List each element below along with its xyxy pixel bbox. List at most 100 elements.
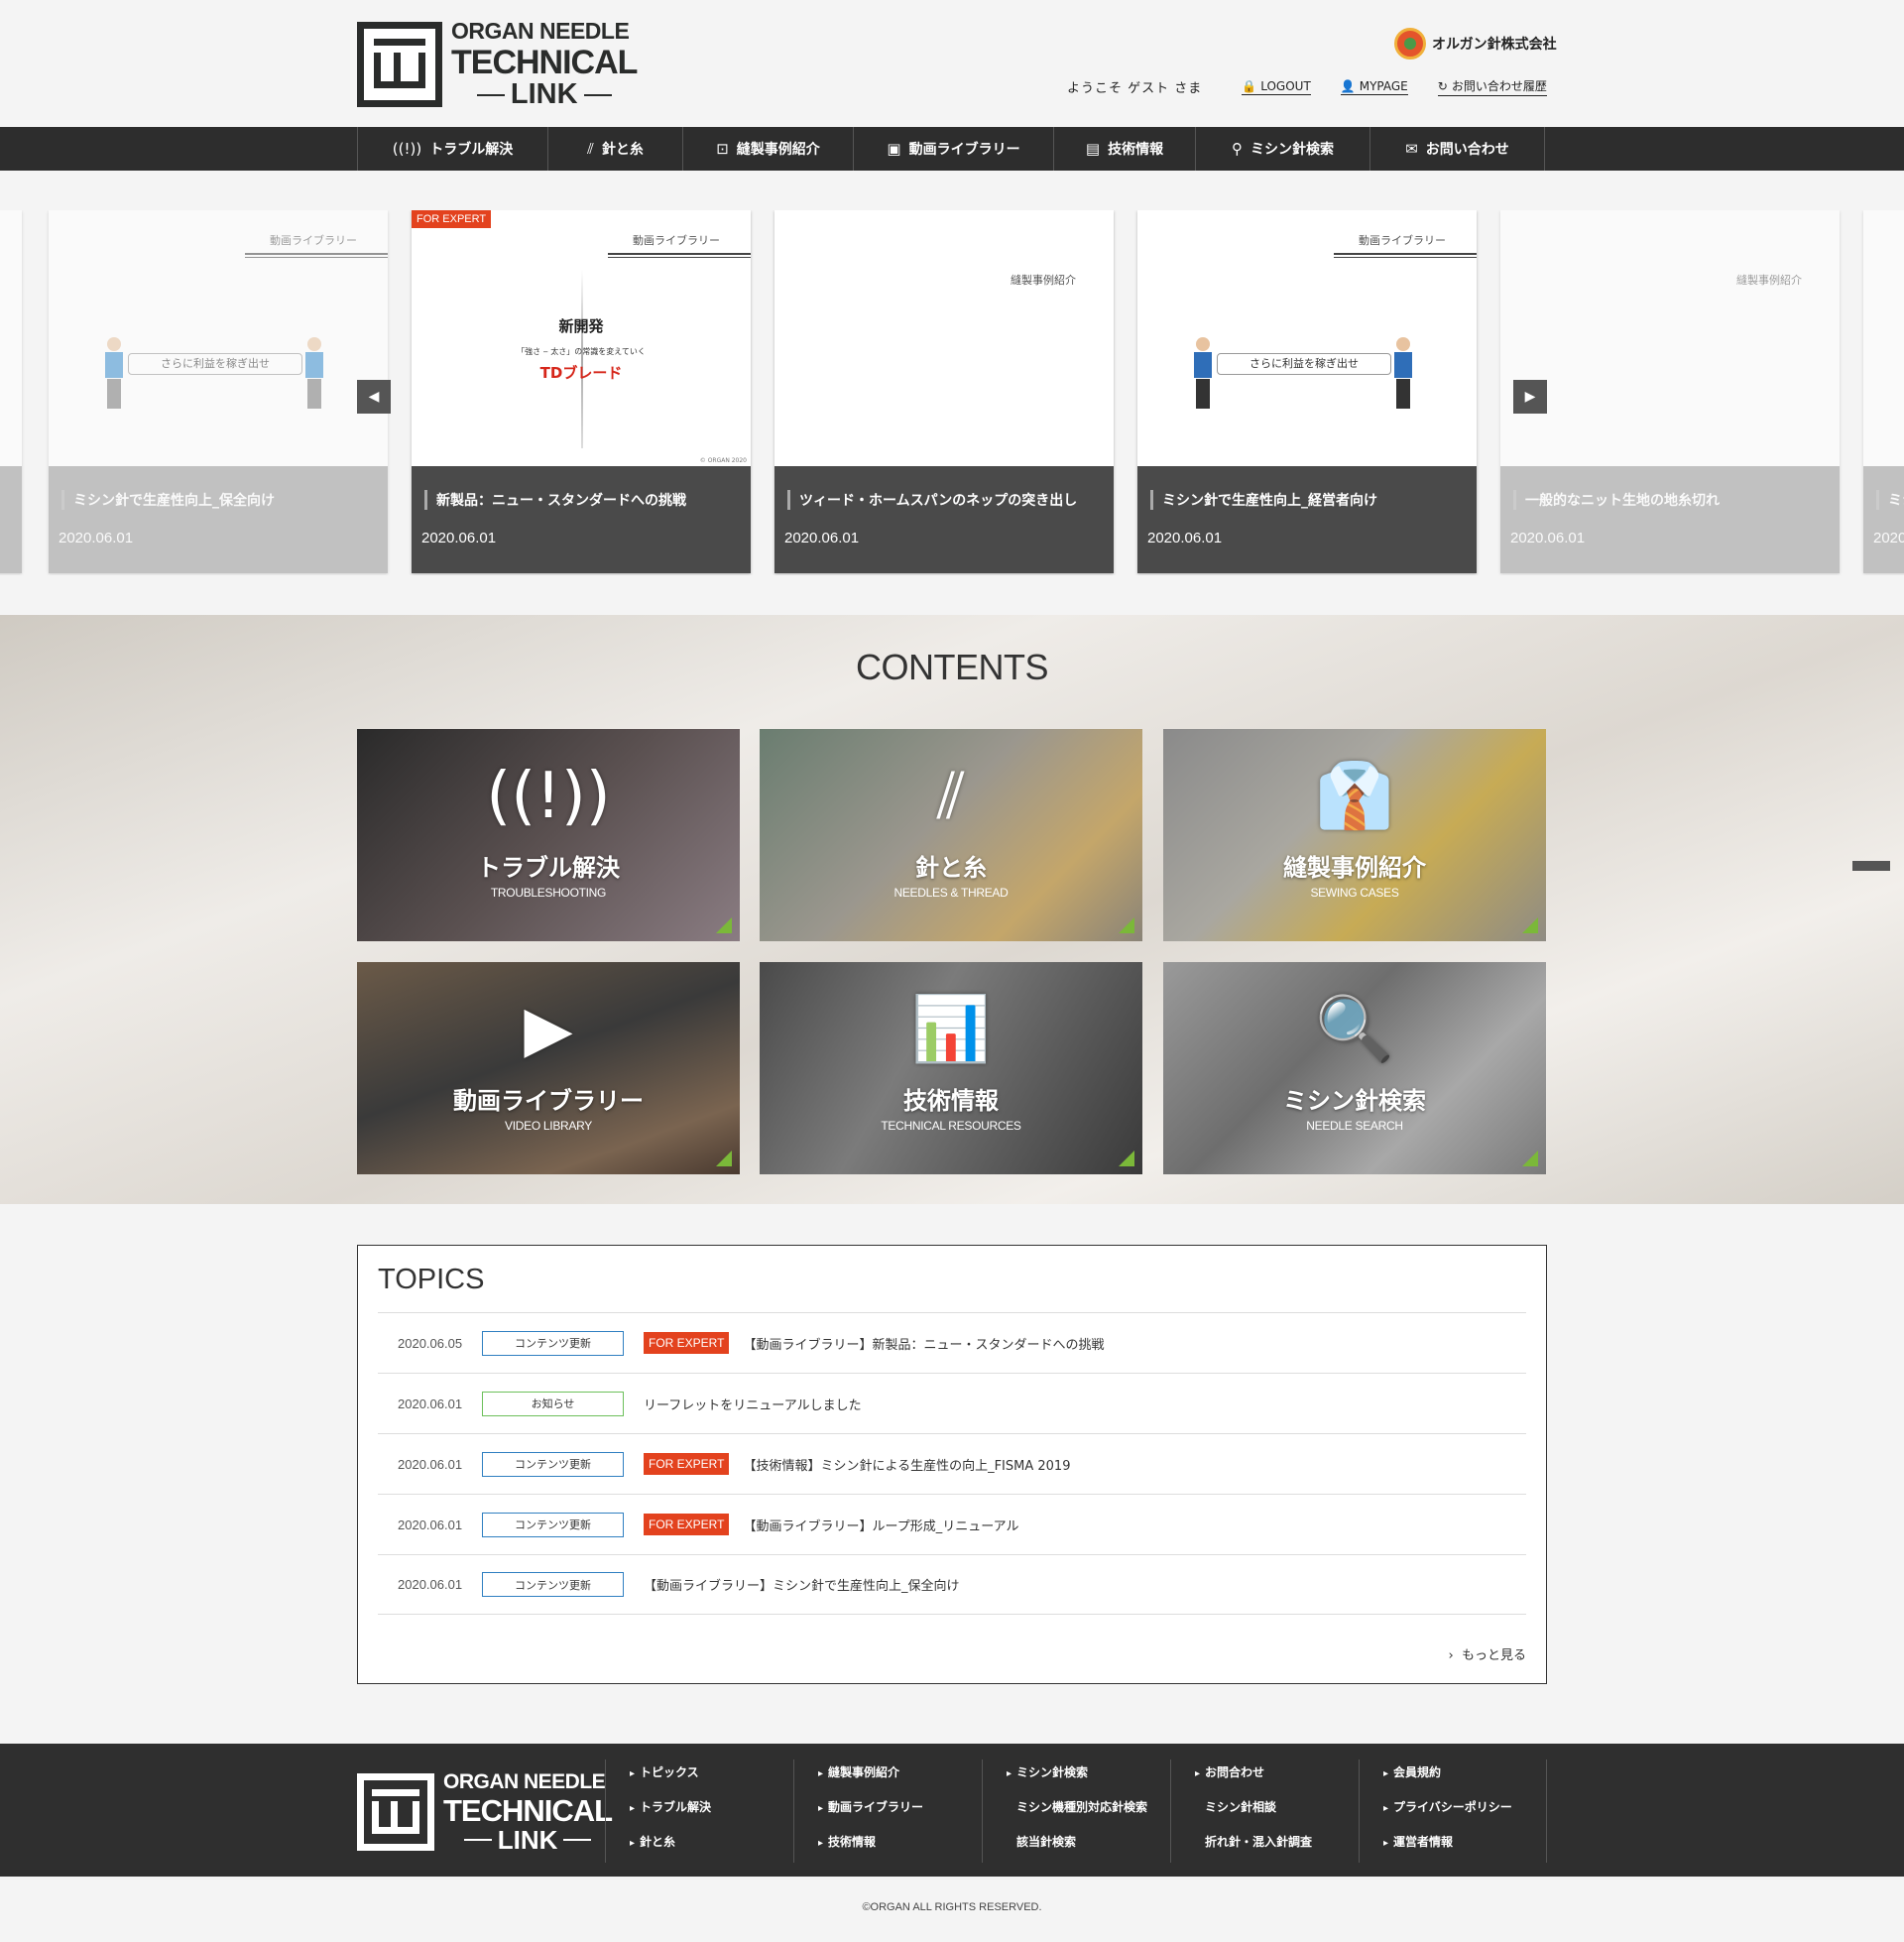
footer-col: 縫製事例紹介 動画ライブラリー 技術情報 — [793, 1760, 982, 1863]
card-title: 一般的なニット生地の地糸切れ — [1525, 493, 1720, 509]
mypage-link[interactable]: 👤 MYPAGE — [1340, 79, 1408, 95]
carousel-card[interactable]: 動画ライブラリー さらに利益を稼ぎ出せ ミシン針で生産性向上_経営者向け 202… — [1137, 210, 1477, 573]
featured-carousel: 動画ライブラリー さらに利益を稼ぎ出せ ミシン針で生産性向上_保全向け 2020… — [0, 210, 1904, 575]
carousel-card[interactable]: 縫製事例紹介 一般的なニット生地の地糸切れ 2020.06.01 — [1500, 210, 1840, 573]
card-category-label: 縫製事例紹介 — [996, 229, 1091, 330]
footer-link[interactable]: トラブル解決 — [630, 1794, 793, 1829]
topic-row[interactable]: 2020.06.01 コンテンツ更新 FOR EXPERT 【技術情報】ミシン針… — [378, 1433, 1526, 1494]
carousel-card-partial-left[interactable] — [0, 210, 22, 573]
document-chart-icon: ▤ — [1085, 140, 1101, 158]
footer-link[interactable]: 縫製事例紹介 — [818, 1760, 982, 1794]
footer-link[interactable]: 該当針検索 — [1007, 1829, 1170, 1864]
nav-item-video-library[interactable]: ▣ 動画ライブラリー — [854, 127, 1054, 171]
footer-link[interactable]: お問合わせ — [1195, 1760, 1359, 1794]
lock-icon: 🔒 — [1242, 78, 1257, 93]
logo-line1: ORGAN NEEDLE — [451, 18, 630, 44]
tile-troubleshooting[interactable]: ((!)) トラブル解決 TROUBLESHOOTING — [357, 729, 740, 941]
tile-needles-thread[interactable]: ⫽ 針と糸 NEEDLES & THREAD — [760, 729, 1142, 941]
carousel-card[interactable]: 縫製事例紹介 ツィード・ホームスパンのネップの突き出し 2020.06.01 — [774, 210, 1114, 573]
card-date: 2020.06.01 — [421, 530, 497, 546]
logo-line2: TECHNICAL — [451, 44, 638, 81]
search-icon: ⚲ — [1232, 140, 1243, 158]
topics-heading: TOPICS — [378, 1264, 485, 1295]
copyright: ©ORGAN ALL RIGHTS RESERVED. — [862, 1901, 1042, 1913]
carousel-card-partial-right[interactable]: ミシ 2020 — [1863, 210, 1904, 573]
footer-link[interactable]: 技術情報 — [818, 1829, 982, 1864]
footer-link[interactable]: 運営者情報 — [1383, 1829, 1546, 1864]
for-expert-badge: FOR EXPERT — [644, 1453, 730, 1475]
card-category-label: 動画ライブラリー — [602, 232, 751, 258]
corner-arrow-icon — [1522, 917, 1538, 933]
history-icon: ↻ — [1437, 78, 1448, 93]
alert-icon: ((!)) — [486, 760, 611, 833]
nav-item-needles-thread[interactable]: ⫽ 針と糸 — [548, 127, 683, 171]
nav-item-sewing-cases[interactable]: ⊡ 縫製事例紹介 — [683, 127, 854, 171]
tile-sewing-cases[interactable]: 👔 縫製事例紹介 SEWING CASES — [1163, 729, 1546, 941]
footer-link[interactable]: 動画ライブラリー — [818, 1794, 982, 1829]
footer-link[interactable]: トピックス — [630, 1760, 793, 1794]
site-logo[interactable]: ORGAN NEEDLE TECHNICAL LINK — [357, 18, 638, 109]
topic-row[interactable]: 2020.06.01 お知らせ リーフレットをリニューアルしました — [378, 1373, 1526, 1433]
illustration-people: さらに利益を稼ぎ出せ — [105, 337, 324, 417]
for-expert-badge: FOR EXPERT — [644, 1514, 730, 1535]
document-chart-icon: 📊 — [911, 993, 991, 1066]
shirt-icon: 👔 — [1315, 760, 1394, 833]
tile-video-library[interactable]: ▶ 動画ライブラリー VIDEO LIBRARY — [357, 962, 740, 1174]
for-expert-badge: FOR EXPERT — [412, 210, 492, 228]
site-header: ORGAN NEEDLE TECHNICAL LINK オルガン針株式会社 よう… — [0, 0, 1904, 127]
company-logo[interactable]: オルガン針株式会社 — [1394, 28, 1557, 60]
footer-link[interactable]: ミシン針検索 — [1007, 1760, 1170, 1794]
topics-panel: TOPICS 2020.06.05 コンテンツ更新 FOR EXPERT 【動画… — [357, 1245, 1547, 1684]
footer-link[interactable]: ミシン針相談 — [1195, 1794, 1359, 1829]
site-footer: ORGAN NEEDLE TECHNICAL LINK トピックス トラブル解決… — [0, 1744, 1904, 1877]
nav-item-contact[interactable]: ✉ お問い合わせ — [1370, 127, 1545, 171]
topic-title[interactable]: 【動画ライブラリー】ミシン針で生産性向上_保全向け — [644, 1575, 960, 1594]
card-title: ミシン針で生産性向上_経営者向け — [1162, 493, 1377, 509]
nav-item-needle-search[interactable]: ⚲ ミシン針検索 — [1196, 127, 1370, 171]
logout-link[interactable]: 🔒 LOGOUT — [1242, 79, 1311, 95]
card-category-label: 動画ライブラリー — [1328, 232, 1477, 258]
carousel-next-button[interactable]: ▶ — [1513, 380, 1547, 414]
category-badge: コンテンツ更新 — [482, 1512, 624, 1537]
topic-title[interactable]: 【動画ライブラリー】ループ形成_リニューアル — [743, 1516, 1018, 1534]
card-title: 新製品：ニュー・スタンダードへの挑戦 — [436, 493, 686, 509]
chevron-left-icon: ◀ — [368, 389, 380, 405]
illustration-people: さらに利益を稼ぎ出せ — [1194, 337, 1413, 417]
illustration-banner: さらに利益を稼ぎ出せ — [1217, 353, 1391, 375]
inquiry-history-link[interactable]: ↻ お問い合わせ履歴 — [1437, 77, 1547, 96]
corner-arrow-icon — [1119, 917, 1134, 933]
page-top-tab[interactable] — [1852, 861, 1890, 871]
topic-title[interactable]: 【技術情報】ミシン針による生産性の向上_FISMA 2019 — [743, 1455, 1070, 1474]
carousel-prev-button[interactable]: ◀ — [357, 380, 391, 414]
topic-row[interactable]: 2020.06.01 コンテンツ更新 【動画ライブラリー】ミシン針で生産性向上_… — [378, 1554, 1526, 1615]
promo-brand: TDブレード — [539, 364, 623, 382]
mail-icon: ✉ — [1405, 140, 1418, 158]
corner-arrow-icon — [716, 917, 732, 933]
category-badge: コンテンツ更新 — [482, 1330, 624, 1356]
promo-subtitle: 「強さ ‒ 太さ」の常識を変えていく — [517, 347, 646, 356]
topic-row[interactable]: 2020.06.05 コンテンツ更新 FOR EXPERT 【動画ライブラリー】… — [378, 1312, 1526, 1373]
card-title: ツィード・ホームスパンのネップの突き出し — [799, 493, 1078, 509]
footer-link[interactable]: プライバシーポリシー — [1383, 1794, 1546, 1829]
footer-link[interactable]: ミシン機種別対応針検索 — [1007, 1794, 1170, 1829]
topic-title[interactable]: リーフレットをリニューアルしました — [644, 1395, 862, 1413]
tile-technical-info[interactable]: 📊 技術情報 TECHNICAL RESOURCES — [760, 962, 1142, 1174]
more-link[interactable]: › もっと見る — [1449, 1644, 1526, 1663]
topic-title[interactable]: 【動画ライブラリー】新製品：ニュー・スタンダードへの挑戦 — [743, 1334, 1104, 1353]
carousel-card[interactable]: 動画ライブラリー さらに利益を稼ぎ出せ ミシン針で生産性向上_保全向け 2020… — [49, 210, 388, 573]
topic-row[interactable]: 2020.06.01 コンテンツ更新 FOR EXPERT 【動画ライブラリー】… — [378, 1494, 1526, 1554]
carousel-card[interactable]: FOR EXPERT 動画ライブラリー 新開発 「強さ ‒ 太さ」の常識を変えて… — [412, 210, 751, 573]
footer-logo[interactable]: ORGAN NEEDLE TECHNICAL LINK — [357, 1771, 613, 1853]
tile-needle-search[interactable]: 🔍 ミシン針検索 NEEDLE SEARCH — [1163, 962, 1546, 1174]
footer-link[interactable]: 折れ針・混入針調査 — [1195, 1829, 1359, 1864]
nav-item-troubleshooting[interactable]: ((!)) トラブル解決 — [358, 127, 548, 171]
video-icon: ▶ — [524, 993, 573, 1066]
logo-mark-icon — [357, 1773, 434, 1851]
footer-link[interactable]: 会員規約 — [1383, 1760, 1546, 1794]
shirt-icon: ⊡ — [716, 140, 729, 158]
footer-link[interactable]: 針と糸 — [630, 1829, 793, 1864]
nav-item-technical-info[interactable]: ▤ 技術情報 — [1054, 127, 1196, 171]
for-expert-badge: FOR EXPERT — [644, 1332, 730, 1354]
card-date: 2020.06.01 — [784, 530, 860, 546]
needle-thread-icon: ⫽ — [587, 140, 594, 158]
